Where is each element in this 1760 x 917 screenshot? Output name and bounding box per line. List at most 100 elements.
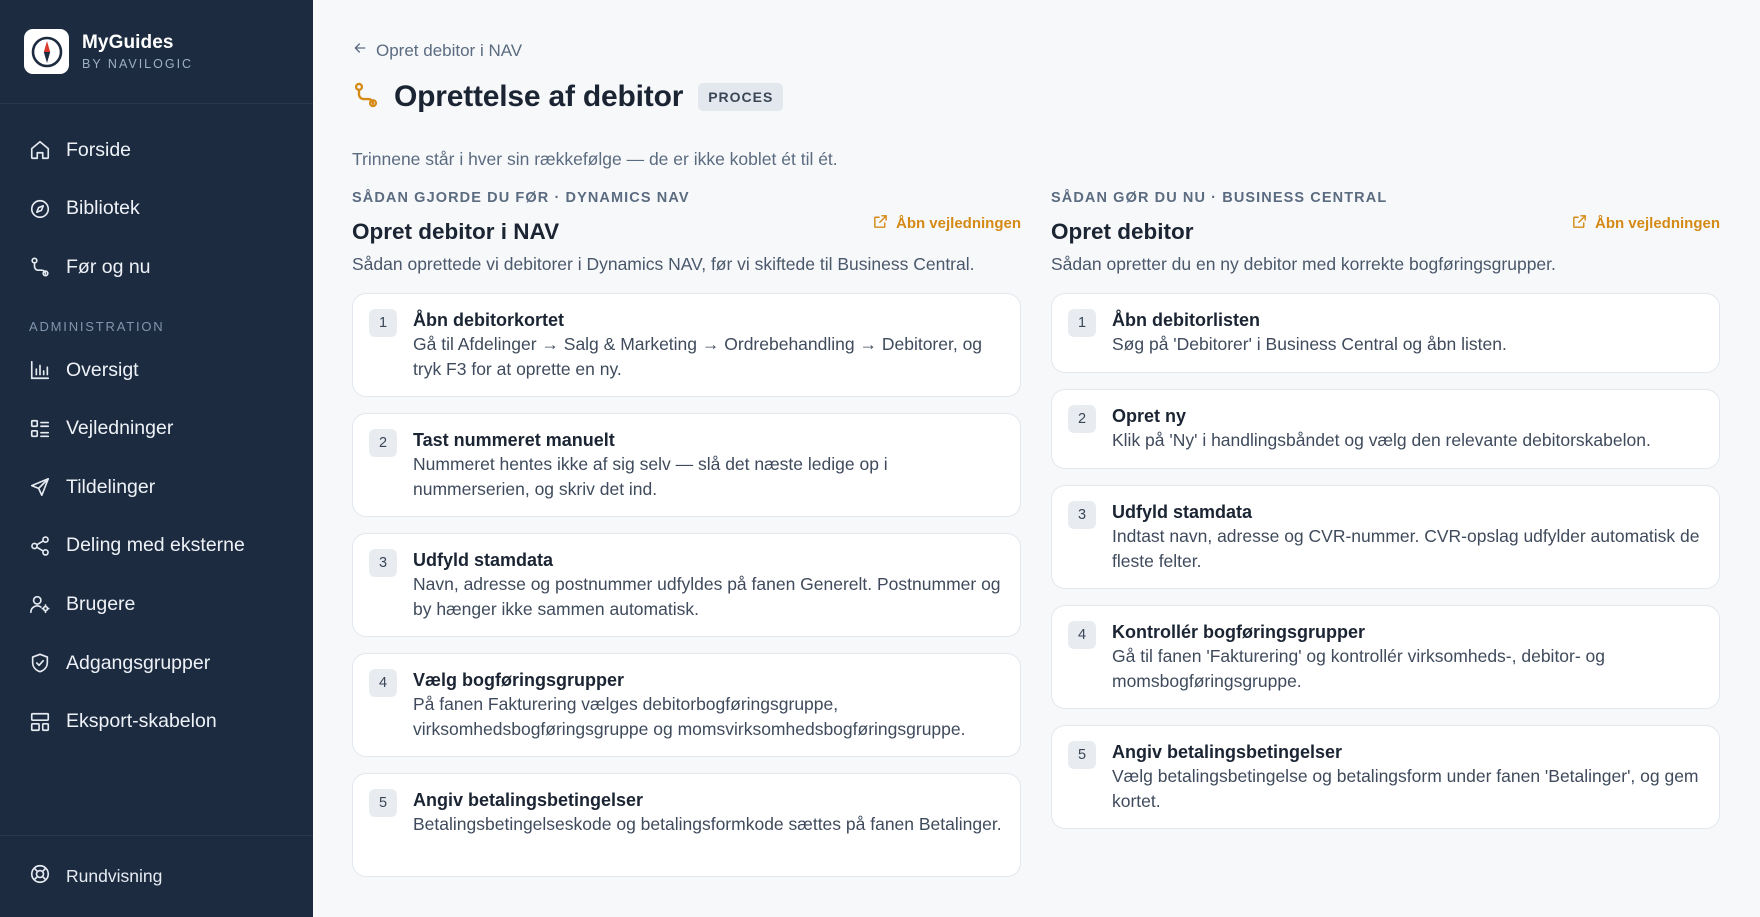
- sidebar: MyGuides BY NAVILOGIC Forside Bibliotek …: [0, 0, 313, 917]
- step-card: 3 Udfyld stamdata Navn, adresse og postn…: [352, 533, 1021, 637]
- step-card: 5 Angiv betalingsbetingelser Betalingsbe…: [352, 773, 1021, 877]
- sidebar-item-label: Eksport-skabelon: [66, 710, 217, 733]
- step-title: Angiv betalingsbetingelser: [413, 790, 644, 810]
- step-text: Vælg betalingsbetingelse og betalingsfor…: [1112, 766, 1699, 811]
- step-title: Kontrollér bogføringsgrupper: [1112, 622, 1365, 642]
- step-card: 1 Åbn debitorkortet Gå til Afdelinger → …: [352, 293, 1021, 397]
- brand[interactable]: MyGuides BY NAVILOGIC: [0, 0, 313, 104]
- step-number: 2: [1068, 405, 1096, 433]
- now-column: SÅDAN GØR DU NU · BUSINESS CENTRAL Opret…: [1051, 190, 1720, 845]
- sidebar-item-label: Forside: [66, 138, 132, 161]
- step-list: 1 Åbn debitorkortet Gå til Afdelinger → …: [352, 293, 1021, 877]
- main-content: Opret debitor i NAV Oprettelse af debito…: [313, 0, 1760, 917]
- step-title: Vælg bogføringsgrupper: [413, 670, 624, 690]
- brand-name: MyGuides: [82, 32, 174, 53]
- step-text: Gå til Afdelinger → Salg & Marketing → O…: [413, 334, 983, 379]
- compass-icon: [29, 198, 51, 220]
- step-number: 1: [1068, 309, 1096, 337]
- sidebar-item-adgangsgrupper[interactable]: Adgangsgrupper: [0, 634, 313, 693]
- step-number: 5: [369, 789, 397, 817]
- shield-icon: [29, 652, 51, 674]
- step-card: 3 Udfyld stamdata Indtast navn, adresse …: [1051, 485, 1720, 589]
- type-badge: PROCES: [698, 83, 784, 111]
- column-eyebrow: SÅDAN GJORDE DU FØR · DYNAMICS NAV: [352, 190, 690, 206]
- step-number: 3: [369, 549, 397, 577]
- step-card: 5 Angiv betalingsbetingelser Vælg betali…: [1051, 725, 1720, 829]
- step-card: 4 Kontrollér bogføringsgrupper Gå til fa…: [1051, 605, 1720, 709]
- sidebar-item-bibliotek[interactable]: Bibliotek: [0, 180, 313, 239]
- sidebar-section-label: ADMINISTRATION: [29, 318, 165, 334]
- tour-button[interactable]: Rundvisning: [0, 835, 313, 917]
- template-icon: [29, 711, 51, 733]
- sidebar-item-label: Adgangsgrupper: [66, 651, 211, 674]
- step-card: 2 Opret ny Klik på 'Ny' i handlingsbånde…: [1051, 389, 1720, 469]
- sidebar-item-label: Oversigt: [66, 358, 139, 381]
- send-icon: [29, 476, 51, 498]
- page-header: Oprettelse af debitor PROCES: [352, 80, 784, 114]
- lifebuoy-icon: [29, 863, 51, 890]
- home-icon: [29, 139, 51, 161]
- sidebar-nav: Forside Bibliotek Før og nu ADMINISTRATI…: [0, 104, 313, 751]
- sidebar-item-oversigt[interactable]: Oversigt: [0, 341, 313, 400]
- column-eyebrow: SÅDAN GØR DU NU · BUSINESS CENTRAL: [1051, 190, 1388, 206]
- step-text: Indtast navn, adresse og CVR-nummer. CVR…: [1112, 526, 1700, 571]
- open-guide-label: Åbn vejledningen: [895, 215, 1021, 232]
- step-title: Opret ny: [1112, 406, 1187, 426]
- step-number: 4: [369, 669, 397, 697]
- sidebar-item-label: Før og nu: [66, 255, 151, 278]
- sidebar-item-label: Vejledninger: [66, 417, 174, 440]
- step-title: Udfyld stamdata: [413, 550, 554, 570]
- back-link-label: Opret debitor i NAV: [376, 40, 523, 60]
- step-text: På fanen Fakturering vælges debitorbogfø…: [413, 694, 966, 739]
- step-text: Nummeret hentes ikke af sig selv — slå d…: [413, 454, 888, 499]
- step-title: Angiv betalingsbetingelser: [1112, 742, 1343, 762]
- step-number: 1: [369, 309, 397, 337]
- intro-text: Trinnene står i hver sin rækkefølge — de…: [352, 149, 838, 169]
- external-link-icon: [872, 213, 889, 234]
- share-icon: [29, 535, 51, 557]
- external-link-icon: [1571, 213, 1588, 234]
- sidebar-item-label: Tildelinger: [66, 475, 156, 498]
- list-icon: [29, 418, 51, 440]
- back-link[interactable]: Opret debitor i NAV: [352, 40, 522, 61]
- step-number: 5: [1068, 741, 1096, 769]
- column-description: Sådan oprettede vi debitorer i Dynamics …: [352, 254, 975, 274]
- sidebar-item-forside[interactable]: Forside: [0, 121, 313, 180]
- sidebar-item-label: Deling med eksterne: [66, 534, 245, 557]
- before-column: SÅDAN GJORDE DU FØR · DYNAMICS NAV Opret…: [352, 190, 1021, 893]
- sidebar-item-deling-med-eksterne[interactable]: Deling med eksterne: [0, 517, 313, 576]
- step-title: Åbn debitorkortet: [413, 310, 564, 330]
- step-number: 2: [369, 429, 397, 457]
- user-icon: [29, 593, 51, 615]
- step-text: Betalingsbetingelseskode og betalingsfor…: [413, 814, 1002, 834]
- open-guide-label: Åbn vejledningen: [1594, 215, 1720, 232]
- route-icon: [352, 81, 380, 114]
- brand-subtitle: BY NAVILOGIC: [82, 57, 194, 71]
- step-text: Navn, adresse og postnummer udfyldes på …: [413, 574, 1001, 619]
- tour-label: Rundvisning: [66, 866, 163, 886]
- page-title: Oprettelse af debitor: [394, 80, 684, 113]
- step-card: 1 Åbn debitorlisten Søg på 'Debitorer' i…: [1051, 293, 1720, 373]
- open-guide-link[interactable]: Åbn vejledningen: [1571, 213, 1720, 234]
- sidebar-item-label: Brugere: [66, 592, 136, 615]
- route-icon: [29, 256, 51, 278]
- step-list: 1 Åbn debitorlisten Søg på 'Debitorer' i…: [1051, 293, 1720, 829]
- step-card: 2 Tast nummeret manuelt Nummeret hentes …: [352, 413, 1021, 517]
- step-number: 3: [1068, 501, 1096, 529]
- step-text: Søg på 'Debitorer' i Business Central og…: [1112, 334, 1507, 354]
- sidebar-item-brugere[interactable]: Brugere: [0, 575, 313, 634]
- step-text: Gå til fanen 'Fakturering' og kontrollér…: [1112, 646, 1606, 691]
- step-title: Udfyld stamdata: [1112, 502, 1253, 522]
- compass-logo-icon: [24, 29, 69, 74]
- sidebar-item-tildelinger[interactable]: Tildelinger: [0, 458, 313, 517]
- column-description: Sådan opretter du en ny debitor med korr…: [1051, 254, 1556, 274]
- sidebar-item-foer-og-nu[interactable]: Før og nu: [0, 238, 313, 297]
- sidebar-item-label: Bibliotek: [66, 197, 140, 220]
- step-number: 4: [1068, 621, 1096, 649]
- arrow-left-icon: [352, 40, 368, 61]
- sidebar-item-eksport-skabelon[interactable]: Eksport-skabelon: [0, 692, 313, 751]
- sidebar-item-vejledninger[interactable]: Vejledninger: [0, 399, 313, 458]
- step-text: Klik på 'Ny' i handlingsbåndet og vælg d…: [1112, 430, 1651, 450]
- open-guide-link[interactable]: Åbn vejledningen: [872, 213, 1021, 234]
- bar-chart-icon: [29, 359, 51, 381]
